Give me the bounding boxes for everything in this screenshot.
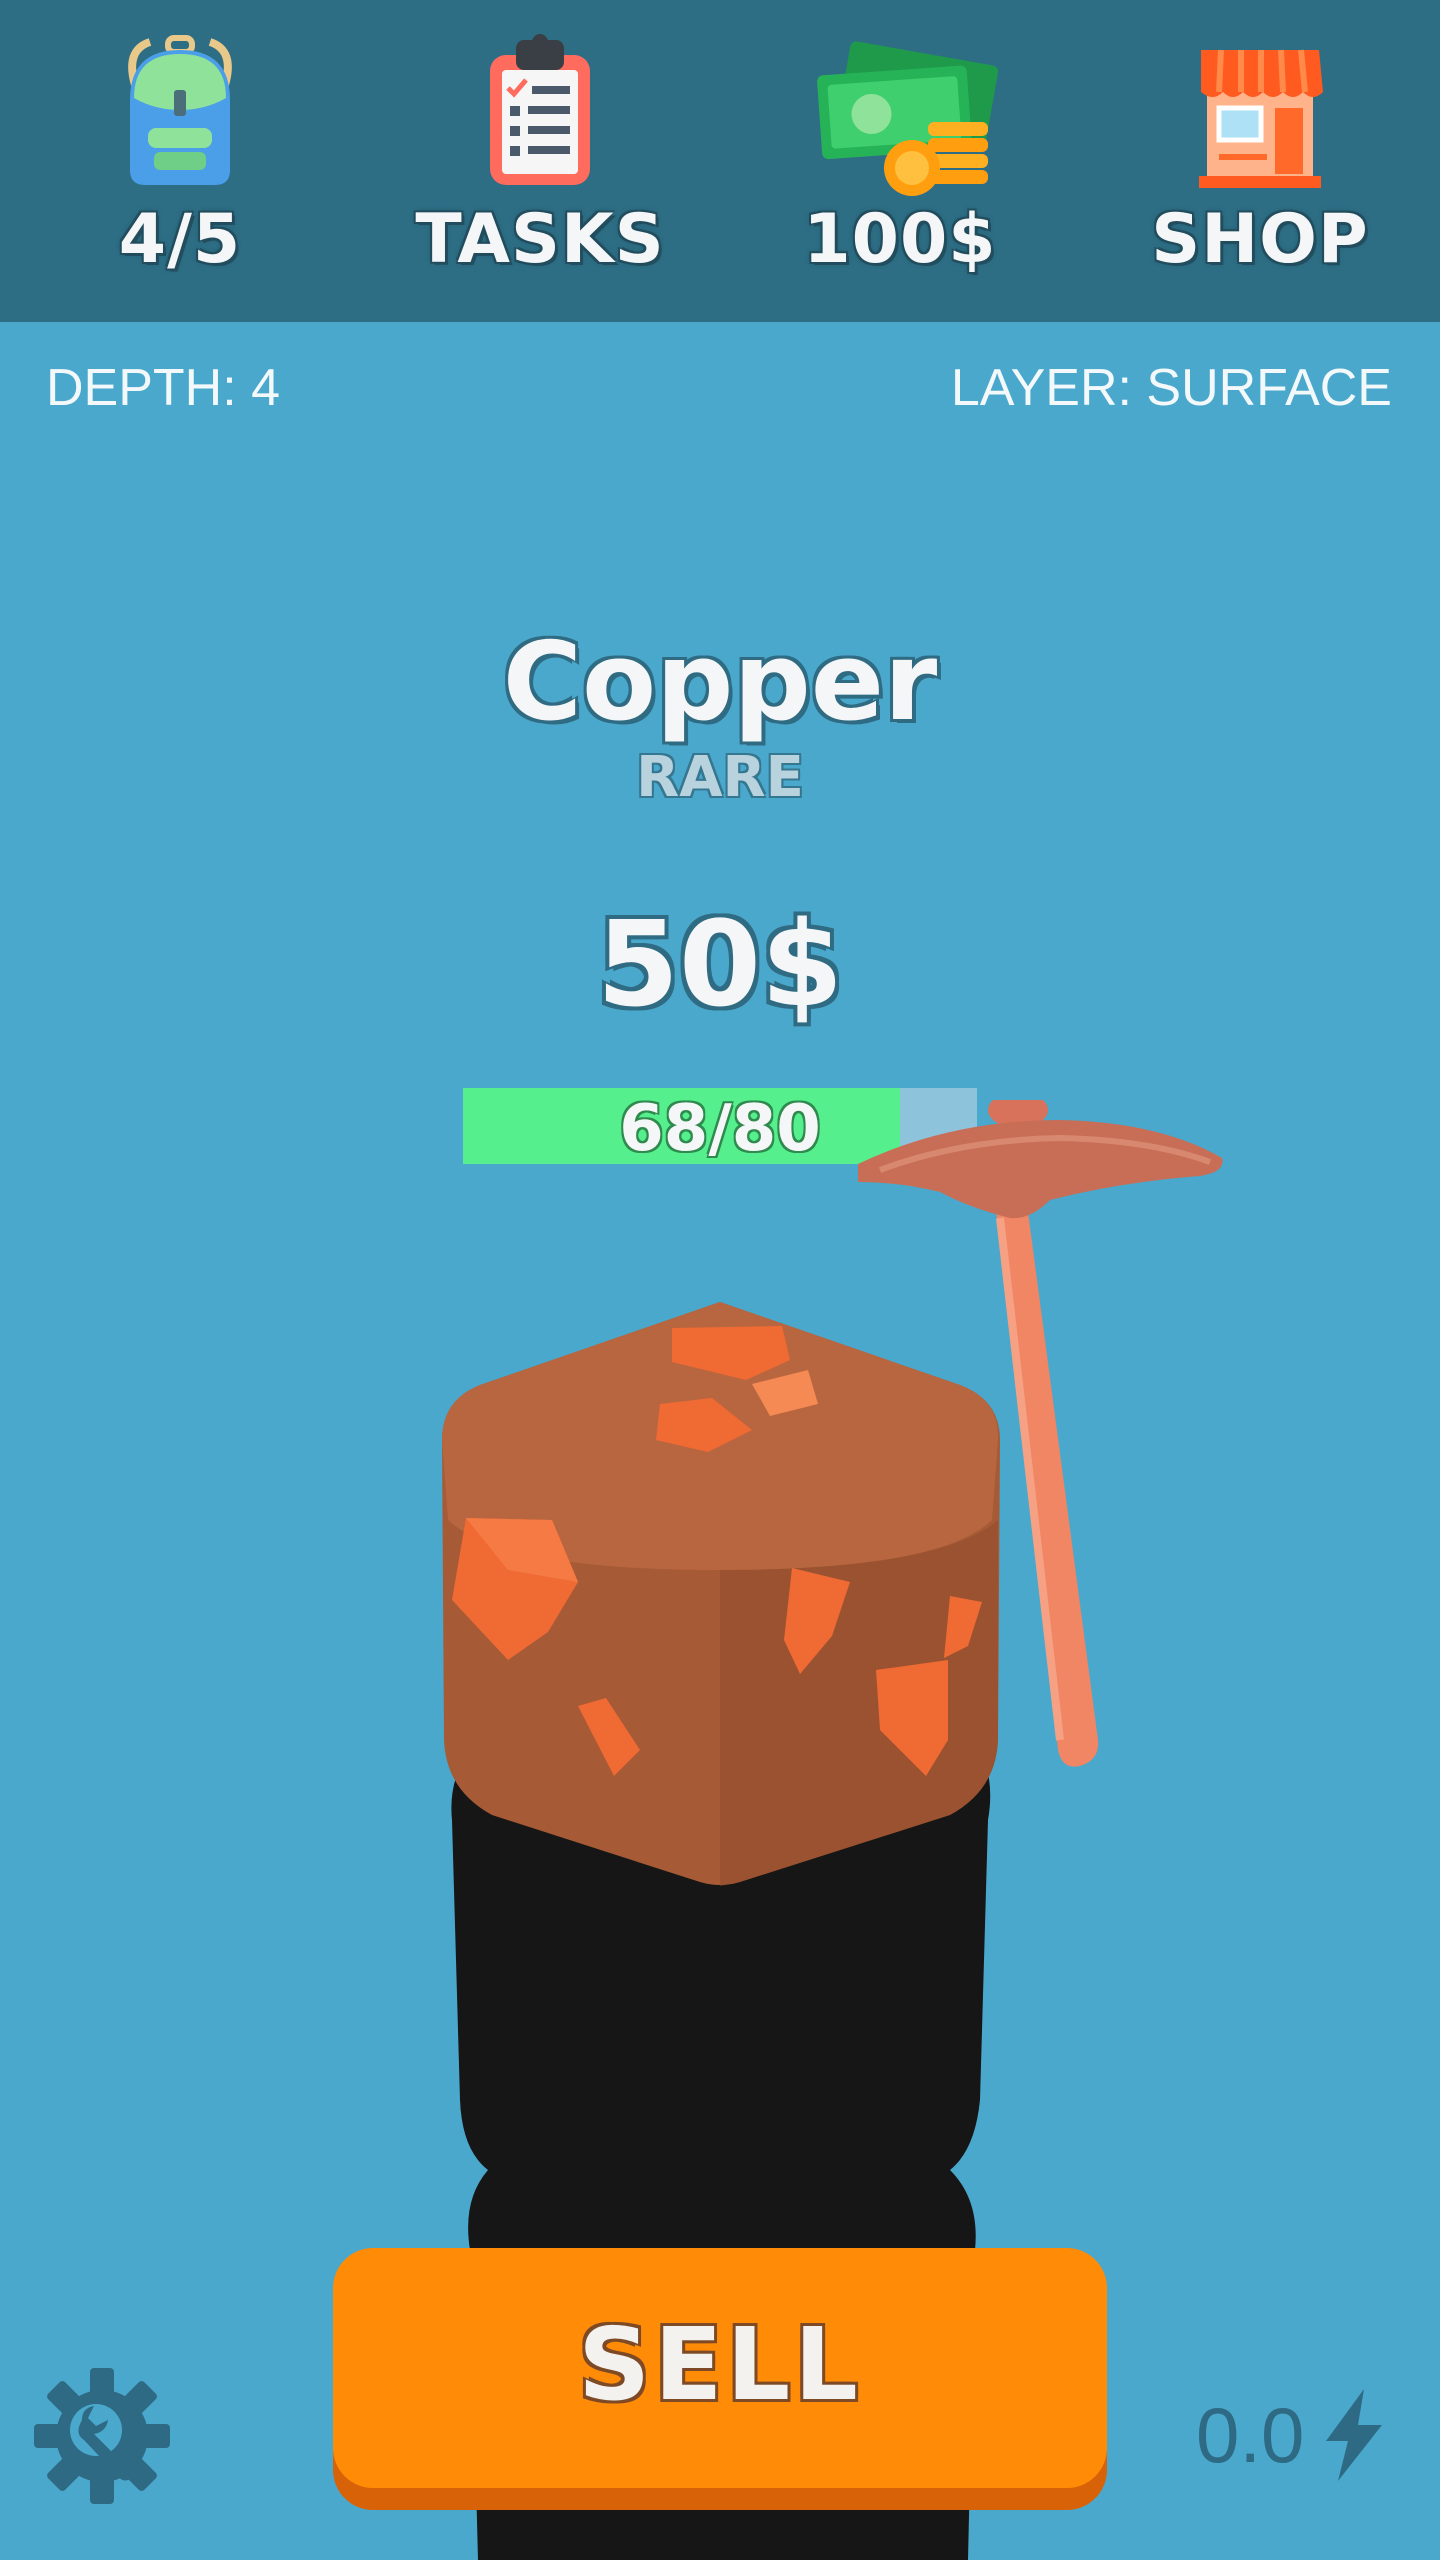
shop-icon: [1199, 49, 1323, 188]
speed-indicator: 0.0: [1196, 2389, 1392, 2481]
money-amount: 100$: [803, 200, 997, 279]
layer-indicator: LAYER: SURFACE: [950, 359, 1392, 417]
settings-wrench-icon[interactable]: [34, 2368, 170, 2504]
backpack-icon: [128, 35, 232, 185]
cash-icon: [817, 41, 999, 196]
ore-price: 50$: [596, 895, 844, 1033]
ore-name: Copper: [502, 620, 938, 745]
sell-label: SELL: [578, 2306, 862, 2423]
money-display: 100$: [720, 0, 1080, 322]
shop-label: SHOP: [1151, 200, 1369, 279]
tasks-button[interactable]: TASKS: [360, 0, 720, 322]
depth-indicator: DEPTH: 4: [46, 359, 281, 417]
backpack-count: 4/5: [118, 200, 242, 279]
top-bar: 4/5 TASKS 100$ SHOP: [0, 0, 1440, 322]
speed-value: 0.0: [1196, 2390, 1305, 2479]
lightning-icon: [1326, 2389, 1383, 2481]
clipboard-icon: [490, 34, 590, 185]
ore-block[interactable]: [442, 1302, 1000, 1886]
sell-button[interactable]: SELL: [333, 2248, 1107, 2488]
backpack-button[interactable]: 4/5: [0, 0, 360, 322]
shop-button[interactable]: SHOP: [1080, 0, 1440, 322]
ore-rarity: RARE: [636, 745, 804, 810]
tasks-label: TASKS: [415, 200, 665, 279]
